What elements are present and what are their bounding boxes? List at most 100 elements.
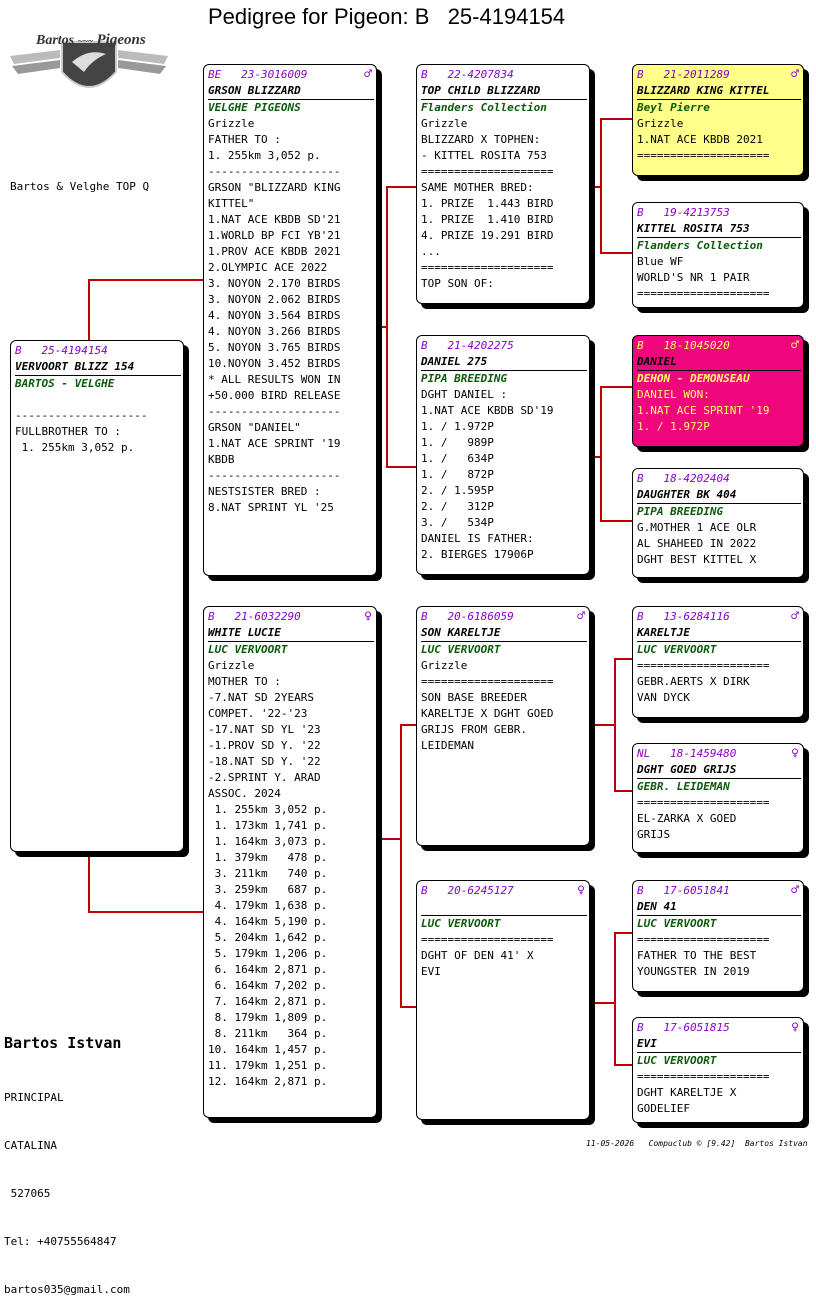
card-header: B 13-6284116 ♂ bbox=[637, 609, 799, 625]
info-line: 1. 255km 3,052 p. bbox=[15, 441, 135, 454]
country-code: B bbox=[421, 339, 428, 352]
sex-icon: ♂ bbox=[791, 609, 799, 624]
info-line: -------------------- bbox=[208, 405, 341, 418]
info-line: ==================== bbox=[637, 1070, 770, 1083]
info-line: ==================== bbox=[421, 261, 554, 274]
ring-number: B 17-6051841 bbox=[637, 883, 730, 899]
pigeon-card-mmf[interactable]: B 17-6051841 ♂ DEN 41 LUC VERVOORT =========… bbox=[632, 880, 804, 992]
info-line: GEBR.AERTS X DIRK bbox=[637, 675, 750, 688]
country-code: B bbox=[208, 610, 215, 623]
info-line: VAN DYCK bbox=[637, 691, 690, 704]
info-line: 2. / 1.595P bbox=[421, 484, 494, 497]
info-line: 2.OLYMPIC ACE 2022 bbox=[208, 261, 328, 274]
pigeon-card-mff[interactable]: B 13-6284116 ♂ KARELTJE LUC VERVOORT =======… bbox=[632, 606, 804, 718]
info-line: COMPET. '22-'23 bbox=[208, 707, 308, 720]
info-line: 2. / 312P bbox=[421, 500, 494, 513]
connector bbox=[88, 911, 204, 913]
info-line: 3. 259km 687 p. bbox=[208, 883, 328, 896]
ring-id: 17-6051815 bbox=[663, 1021, 730, 1034]
breeder-name: GEBR. LEIDEMAN bbox=[637, 780, 730, 793]
connector bbox=[614, 1064, 632, 1066]
ring-id: 18-1459480 bbox=[670, 747, 737, 760]
pigeon-card-ffm[interactable]: B 19-4213753 KITTEL ROSITA 753 Flanders Co… bbox=[632, 202, 804, 308]
info-line: 1. PRIZE 1.410 BIRD bbox=[421, 213, 554, 226]
info-line: KBDB bbox=[208, 453, 235, 466]
card-header: B 19-4213753 bbox=[637, 205, 799, 221]
pigeon-card-mother[interactable]: B 21-6032290 ♀ WHITE LUCIE LUC VERVOORT Griz… bbox=[203, 606, 377, 1118]
info-line: 4. 164km 5,190 p. bbox=[208, 915, 328, 928]
info-line: 8. 179km 1,809 p. bbox=[208, 1011, 328, 1024]
info-line: DANIEL IS FATHER: bbox=[421, 532, 534, 545]
info-line: -17.NAT SD YL '23 bbox=[208, 723, 321, 736]
pigeon-name: DGHT GOED GRIJS bbox=[637, 762, 801, 779]
pigeon-card-mm[interactable]: B 20-6245127 ♀ LUC VERVOORT ==============… bbox=[416, 880, 590, 1120]
ring-id: 21-6032290 bbox=[234, 610, 301, 623]
ring-id: 20-6245127 bbox=[447, 884, 514, 897]
pigeon-name: VERVOORT BLIZZ 154 bbox=[15, 359, 181, 376]
ring-id: 17-6051841 bbox=[663, 884, 730, 897]
pigeon-name: GRSON BLIZZARD bbox=[208, 83, 374, 100]
info-line: - KITTEL ROSITA 753 bbox=[421, 149, 547, 162]
connector bbox=[88, 279, 204, 281]
ring-number: B 21-4202275 bbox=[421, 338, 514, 354]
ring-id: 18-1045020 bbox=[663, 339, 730, 352]
sex-icon: ♂ bbox=[577, 609, 585, 624]
pigeon-name: WHITE LUCIE bbox=[208, 625, 374, 642]
info-line: Grizzle bbox=[208, 117, 255, 130]
pigeon-card-fff[interactable]: B 21-2011289 ♂ BLIZZARD KING KITTEL Beyl Pi… bbox=[632, 64, 804, 176]
info-line: 1. / 872P bbox=[421, 468, 494, 481]
pigeon-card-fmf[interactable]: B 18-1045020 ♂ DANIEL DEHON - DEMONSEAU DANI… bbox=[632, 335, 804, 447]
ring-id: 23-3016009 bbox=[241, 68, 308, 81]
ring-number: B 21-2011289 bbox=[637, 67, 730, 83]
country-code: BE bbox=[208, 68, 222, 81]
info-line: EVI bbox=[421, 965, 441, 978]
breeder-name: Flanders Collection bbox=[421, 101, 547, 114]
connector bbox=[88, 279, 90, 341]
country-code: B bbox=[637, 1021, 644, 1034]
info-line: +50.000 BIRD RELEASE bbox=[208, 389, 341, 402]
pigeon-card-fmm[interactable]: B 18-4202404 DAUGHTER BK 404 PIPA BREEDING… bbox=[632, 468, 804, 578]
country-code: B bbox=[637, 610, 644, 623]
card-header: NL 18-1459480 ♀ bbox=[637, 746, 799, 762]
connector bbox=[386, 186, 416, 188]
card-header: B 20-6245127 ♀ bbox=[421, 883, 585, 899]
owner-line: PRINCIPAL bbox=[4, 1091, 64, 1104]
info-line: 1.WORLD BP FCI YB'21 bbox=[208, 229, 341, 242]
info-line: 1. / 989P bbox=[421, 436, 494, 449]
connector bbox=[600, 118, 632, 120]
info-line: 11. 179km 1,251 p. bbox=[208, 1059, 328, 1072]
country-code: NL bbox=[637, 747, 651, 760]
info-line: GRIJS FROM GEBR. bbox=[421, 723, 527, 736]
pigeon-card-ff[interactable]: B 22-4207834 TOP CHILD BLIZZARD Flanders C… bbox=[416, 64, 590, 304]
info-line: 3. NOYON 2.062 BIRDS bbox=[208, 293, 341, 306]
pigeon-card-fm[interactable]: B 21-4202275 DANIEL 275 PIPA BREEDING DGHT … bbox=[416, 335, 590, 575]
info-line: -2.SPRINT Y. ARAD bbox=[208, 771, 321, 784]
pigeon-card-father[interactable]: BE 23-3016009 ♂ GRSON BLIZZARD VELGHE PIGEO… bbox=[203, 64, 377, 576]
card-header: B 22-4207834 bbox=[421, 67, 585, 83]
info-line: -18.NAT SD Y. '22 bbox=[208, 755, 321, 768]
logo-emblem-icon bbox=[10, 41, 168, 88]
pigeon-name: TOP CHILD BLIZZARD bbox=[421, 83, 587, 100]
ring-id: 25-4194154 bbox=[41, 344, 108, 357]
ring-id: 13-6284116 bbox=[663, 610, 730, 623]
pigeon-card-mfm[interactable]: NL 18-1459480 ♀ DGHT GOED GRIJS GEBR. LEIDE… bbox=[632, 743, 804, 853]
info-line: KARELTJE X DGHT GOED bbox=[421, 707, 554, 720]
info-line: DGHT KARELTJE X bbox=[637, 1086, 737, 1099]
info-line: 1.NAT ACE KBDB 2021 bbox=[637, 133, 763, 146]
ring-id: 21-2011289 bbox=[663, 68, 730, 81]
info-line: 5. NOYON 3.765 BIRDS bbox=[208, 341, 341, 354]
info-line: GRSON "DANIEL" bbox=[208, 421, 301, 434]
card-header: B 18-4202404 bbox=[637, 471, 799, 487]
pigeon-card-mmm[interactable]: B 17-6051815 ♀ EVI LUC VERVOORT ============… bbox=[632, 1017, 804, 1123]
pigeon-card-mf[interactable]: B 20-6186059 ♂ SON KARELTJE LUC VERVOORT Gri… bbox=[416, 606, 590, 846]
connector bbox=[380, 838, 402, 840]
ring-number: B 22-4207834 bbox=[421, 67, 514, 83]
breeder-name: LUC VERVOORT bbox=[637, 643, 717, 656]
info-line: 1. PRIZE 1.443 BIRD bbox=[421, 197, 554, 210]
info-line: ==================== bbox=[637, 659, 770, 672]
pigeon-card-main[interactable]: B 25-4194154 VERVOORT BLIZZ 154 BARTOS - V… bbox=[10, 340, 184, 852]
sex-icon: ♂ bbox=[791, 883, 799, 898]
info-line: 4. 179km 1,638 p. bbox=[208, 899, 328, 912]
info-line: ==================== bbox=[637, 149, 770, 162]
country-code: B bbox=[637, 339, 644, 352]
